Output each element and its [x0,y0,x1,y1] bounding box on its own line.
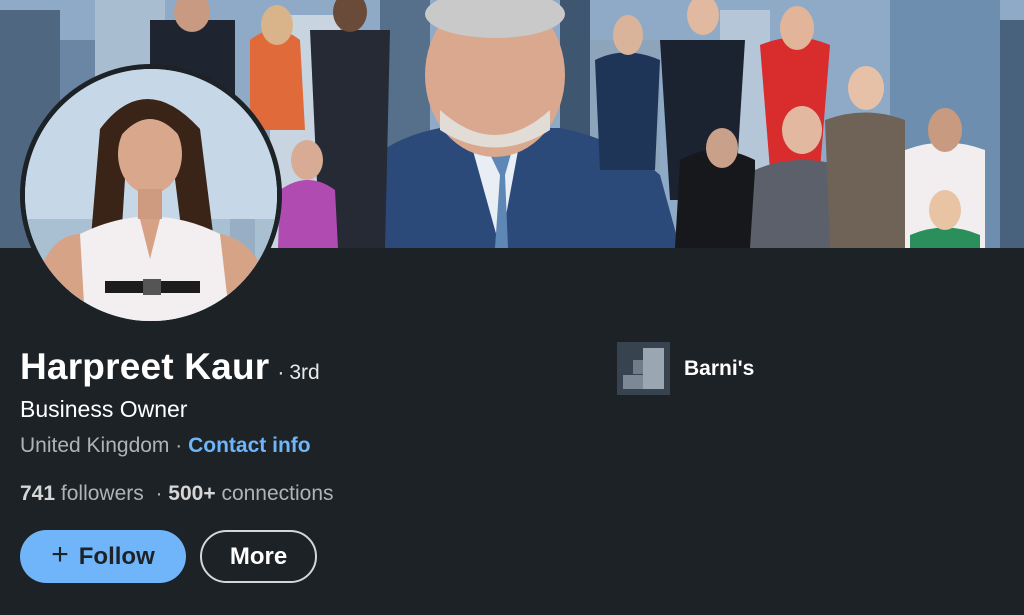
avatar-image [25,69,277,321]
degree-label: 3rd [289,361,320,384]
plus-icon: + [51,538,69,571]
location-separator: · [175,434,183,457]
current-company[interactable]: Barni's [617,342,754,395]
company-name: Barni's [684,356,755,380]
connections-count[interactable]: 500+ [168,482,215,505]
follow-label: Follow [78,542,155,570]
follow-button[interactable]: + Follow [20,530,186,583]
profile-name: Harpreet Kaur [20,346,270,387]
profile-location: United Kingdom [20,434,170,457]
stats-separator: · [155,482,163,505]
more-button[interactable]: More [200,530,317,583]
followers-label: followers [60,482,144,505]
followers-count: 741 [20,482,56,505]
connections-label[interactable]: connections [221,482,333,505]
profile-headline: Business Owner [20,396,188,422]
more-label: More [229,542,288,570]
name-row: Harpreet Kaur · 3rd [20,346,320,388]
location-row: United Kingdom · Contact info [20,434,311,458]
degree-separator: · [277,361,285,384]
profile-avatar[interactable] [20,64,282,326]
company-logo-icon [617,342,670,395]
contact-info-link[interactable]: Contact info [188,434,310,457]
connection-degree: · 3rd [277,361,319,385]
stats-row: 741 followers · 500+ connections [20,482,334,506]
